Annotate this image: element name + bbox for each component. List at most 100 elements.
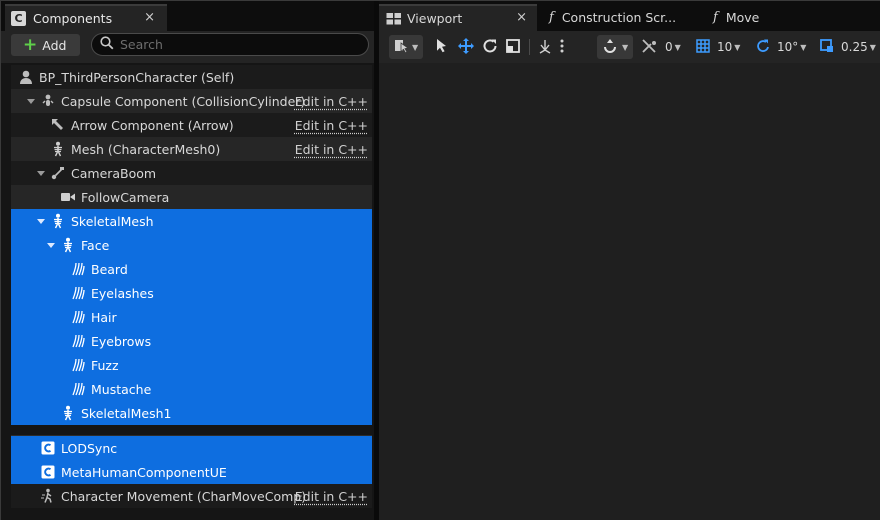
viewport-canvas[interactable] <box>379 63 880 520</box>
row-label: Mesh (CharacterMesh0) <box>71 141 221 157</box>
angle-snap-toggle[interactable]: 10° ▼ <box>755 35 806 59</box>
skeleton-icon <box>59 405 77 421</box>
row-label: Mustache <box>91 381 152 397</box>
rotation-snap-value: 0 <box>665 40 673 54</box>
tab-move-label: Move <box>725 10 760 25</box>
rotation-snap-toggle[interactable]: 0 ▼ <box>641 35 681 59</box>
tree-row-metahuman[interactable]: MetaHumanComponentUE <box>11 460 372 484</box>
expand-arrow-icon[interactable] <box>37 218 45 224</box>
select-tool-button[interactable] <box>435 35 449 59</box>
close-icon[interactable]: × <box>516 10 527 25</box>
unreal-editor-window: C Components × + Add Search BP_ThirdPers… <box>0 0 880 520</box>
translate-icon <box>457 37 475 58</box>
tree-row-fuzz[interactable]: Fuzz <box>11 353 372 377</box>
skeleton-icon <box>49 141 67 157</box>
coordinate-space-button[interactable] <box>537 35 553 59</box>
search-box[interactable] <box>91 33 369 56</box>
row-label: BP_ThirdPersonCharacter (Self) <box>39 69 235 85</box>
tree-row-hair[interactable]: Hair <box>11 305 372 329</box>
scale-tool-button[interactable] <box>505 35 521 59</box>
plus-icon: + <box>23 34 38 55</box>
expand-arrow-icon[interactable] <box>27 98 35 104</box>
kebab-menu-icon <box>559 38 565 57</box>
scale-snap-value: 0.25 <box>841 40 868 54</box>
tree-row-mustache[interactable]: Mustache <box>11 377 372 401</box>
angle-snap-value: 10° <box>777 40 799 54</box>
tree-row-lodsync[interactable]: LODSync <box>11 436 372 460</box>
viewport-panel: Viewport × f Construction Scr... f Move … <box>379 1 880 520</box>
tree-row-arrow[interactable]: Arrow Component (Arrow) Edit in C++ <box>11 113 372 137</box>
tab-components[interactable]: C Components × <box>5 4 167 31</box>
groom-icon <box>69 261 87 277</box>
row-label: Capsule Component (CollisionCylinder) <box>61 93 306 109</box>
row-label: Eyelashes <box>91 285 154 301</box>
translate-tool-button[interactable] <box>457 35 475 59</box>
groom-icon <box>69 309 87 325</box>
expand-arrow-icon[interactable] <box>37 170 45 176</box>
c-component-icon <box>39 440 57 456</box>
tree-separator <box>11 430 372 436</box>
tree-row-cameraboom[interactable]: CameraBoom <box>11 161 372 185</box>
grid-snap-value: 10 <box>717 40 733 54</box>
search-input[interactable] <box>120 37 340 52</box>
tree-row-skeletalmesh[interactable]: SkeletalMesh <box>11 209 372 233</box>
tree-row-eyebrows[interactable]: Eyebrows <box>11 329 372 353</box>
components-panel: C Components × + Add Search BP_ThirdPers… <box>1 1 374 520</box>
edit-in-cpp-link[interactable]: Edit in C++ <box>295 118 368 133</box>
groom-icon <box>69 381 87 397</box>
row-label: MetaHumanComponentUE <box>61 464 227 480</box>
tree-row-charactermovement[interactable]: Character Movement (CharMoveComp) Edit i… <box>11 484 372 508</box>
chevron-down-icon: ▼ <box>734 42 741 52</box>
tree-row-followcamera[interactable]: FollowCamera <box>11 185 372 209</box>
chevron-down-icon: ▼ <box>674 42 681 52</box>
select-mode-dropdown[interactable]: ▼ <box>389 35 424 59</box>
function-icon: f <box>549 10 554 25</box>
grid-snap-toggle[interactable]: 10 ▼ <box>695 35 740 59</box>
tree-row-eyelashes[interactable]: Eyelashes <box>11 281 372 305</box>
tree-row-skeletalmesh1[interactable]: SkeletalMesh1 <box>11 401 372 425</box>
edit-in-cpp-link[interactable]: Edit in C++ <box>295 489 368 504</box>
tree-row-beard[interactable]: Beard <box>11 257 372 281</box>
chevron-down-icon: ▼ <box>800 42 807 52</box>
camera-icon <box>59 189 77 205</box>
rotation-snap-icon <box>641 38 659 57</box>
skeleton-icon <box>59 237 77 253</box>
surface-snap-dropdown[interactable]: ▼ <box>597 35 634 59</box>
add-button-label: Add <box>42 37 67 53</box>
viewport-tabbar: Viewport × f Construction Scr... f Move <box>379 1 880 31</box>
edit-in-cpp-link[interactable]: Edit in C++ <box>295 142 368 157</box>
cursor-icon <box>435 38 449 57</box>
row-label: Beard <box>91 261 128 277</box>
row-label: Hair <box>91 309 117 325</box>
tab-construction-script[interactable]: f Construction Scr... <box>543 4 703 31</box>
tab-move[interactable]: f Move <box>707 4 827 31</box>
rotate-icon <box>481 37 499 58</box>
close-icon[interactable]: × <box>144 10 155 25</box>
row-label: Fuzz <box>91 357 119 373</box>
capsule-icon <box>39 93 57 109</box>
toolbar-separator <box>529 39 530 55</box>
edit-in-cpp-link[interactable]: Edit in C++ <box>295 94 368 109</box>
expand-arrow-icon[interactable] <box>47 242 55 248</box>
chevron-down-icon: ▼ <box>412 42 419 52</box>
arrow-component-icon <box>49 117 67 133</box>
add-component-button[interactable]: + Add <box>11 34 80 56</box>
more-options-button[interactable] <box>559 35 565 59</box>
tree-row-face[interactable]: Face <box>11 233 372 257</box>
local-space-icon <box>537 38 553 57</box>
chevron-down-icon: ▼ <box>622 42 629 52</box>
row-label: Face <box>81 237 110 253</box>
row-label: Eyebrows <box>91 333 152 349</box>
movement-icon <box>39 488 57 504</box>
viewport-icon <box>385 11 403 27</box>
tree-row-mesh[interactable]: Mesh (CharacterMesh0) Edit in C++ <box>11 137 372 161</box>
tree-row-self[interactable]: BP_ThirdPersonCharacter (Self) <box>11 65 372 89</box>
spring-arm-icon <box>49 165 67 181</box>
rotate-tool-button[interactable] <box>481 35 499 59</box>
surface-snap-icon <box>602 38 620 57</box>
scale-snap-toggle[interactable]: 0.25 ▼ <box>819 35 876 59</box>
tab-viewport[interactable]: Viewport × <box>379 4 537 31</box>
tree-row-capsule[interactable]: Capsule Component (CollisionCylinder) Ed… <box>11 89 372 113</box>
character-icon <box>17 69 35 85</box>
viewport-toolbar: ▼ ▼ 0 ▼ 10 ▼ 10° ▼ 0.25 ▼ <box>379 31 880 63</box>
